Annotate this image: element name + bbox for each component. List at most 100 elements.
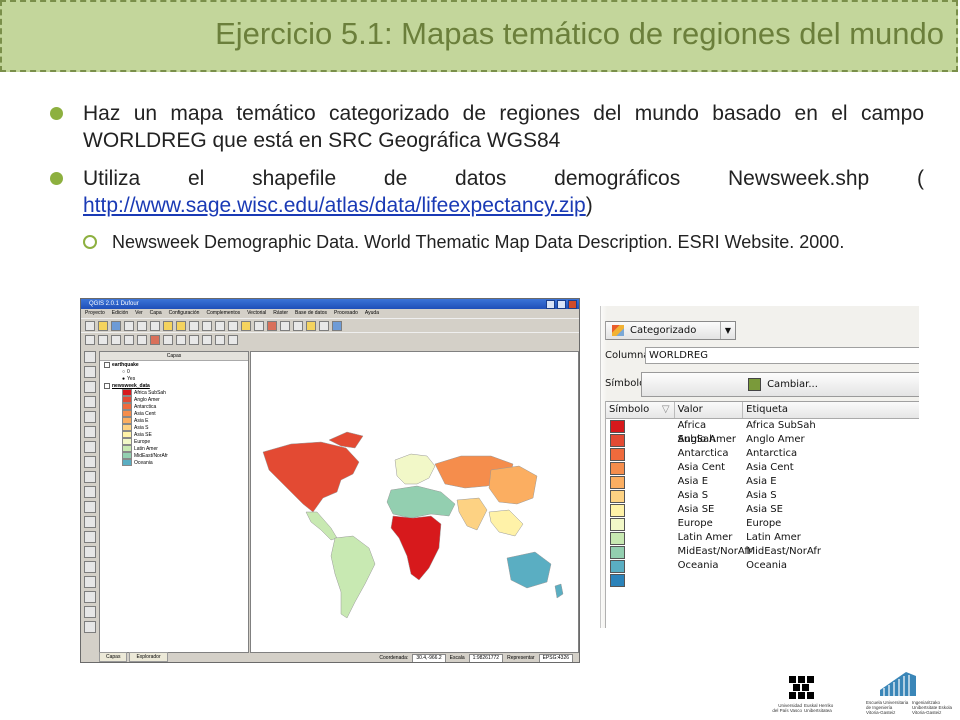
python-icon[interactable] <box>84 621 96 633</box>
add-feature-icon[interactable] <box>111 334 121 345</box>
zoom-layer-icon[interactable] <box>202 320 212 331</box>
color-swatch[interactable] <box>610 531 625 545</box>
paste-icon[interactable] <box>189 334 199 345</box>
save-edits-icon[interactable] <box>98 334 108 345</box>
add-postgis-icon[interactable] <box>84 381 96 393</box>
zoom-full-icon[interactable] <box>189 320 199 331</box>
menu-item[interactable]: Capa <box>150 309 162 318</box>
georef-icon[interactable] <box>84 591 96 603</box>
add-virtual-icon[interactable] <box>84 561 96 573</box>
color-swatch[interactable] <box>610 433 625 447</box>
color-swatch[interactable] <box>610 517 625 531</box>
col-symbol[interactable]: Símbolo ▽ <box>606 402 675 418</box>
new-spatialite-icon[interactable] <box>84 516 96 528</box>
undo-icon[interactable] <box>202 334 212 345</box>
menu-item[interactable]: Base de datos <box>295 309 327 318</box>
add-csv-icon[interactable] <box>84 486 96 498</box>
zoom-out-icon[interactable] <box>176 320 186 331</box>
refresh-icon[interactable] <box>228 320 238 331</box>
dataset-link[interactable]: http://www.sage.wisc.edu/atlas/data/life… <box>83 194 586 217</box>
table-row[interactable]: MidEast/NorAfr MidEast/NorAfr <box>606 545 919 559</box>
table-row[interactable]: Asia SE Asia SE <box>606 503 919 517</box>
layer-row-newsweek[interactable]: newsweek_data <box>100 382 248 389</box>
new-shapefile-icon[interactable] <box>84 501 96 513</box>
edit-pencil-icon[interactable] <box>85 334 95 345</box>
color-swatch[interactable] <box>610 573 625 587</box>
table-row[interactable]: Anglo Amer Anglo Amer <box>606 433 919 447</box>
color-swatch[interactable] <box>610 559 625 573</box>
menu-item[interactable]: Ayuda <box>365 309 379 318</box>
table-row[interactable] <box>606 573 919 587</box>
pan-icon[interactable] <box>150 320 160 331</box>
identify-icon[interactable] <box>241 320 251 331</box>
save-as-icon[interactable] <box>124 320 134 331</box>
map-tips-icon[interactable] <box>319 320 329 331</box>
deselect-icon[interactable] <box>267 320 277 331</box>
col-label[interactable]: Etiqueta <box>743 402 919 418</box>
add-mssql-icon[interactable] <box>84 411 96 423</box>
table-row[interactable]: Oceania Oceania <box>606 559 919 573</box>
open-project-icon[interactable] <box>98 320 108 331</box>
chevron-down-icon[interactable]: ▼ <box>720 322 735 339</box>
cut-icon[interactable] <box>163 334 173 345</box>
add-wcs-icon[interactable] <box>84 456 96 468</box>
label-icon[interactable] <box>228 334 238 345</box>
zoom-in-icon[interactable] <box>163 320 173 331</box>
table-row[interactable]: Asia S Asia S <box>606 489 919 503</box>
renderer-select[interactable]: Categorizado ▼ <box>605 321 736 340</box>
layer-row-earthquake[interactable]: earthquake <box>100 361 248 368</box>
add-gpx-icon[interactable] <box>84 531 96 543</box>
attribute-table-icon[interactable] <box>280 320 290 331</box>
color-swatch[interactable] <box>610 461 625 475</box>
change-symbol-button[interactable]: Cambiar... <box>641 372 919 397</box>
menu-item[interactable]: Procesado <box>334 309 358 318</box>
layer-checkbox[interactable] <box>104 382 110 389</box>
menu-item[interactable]: Ráster <box>273 309 288 318</box>
color-swatch[interactable] <box>610 503 625 517</box>
add-wms-icon[interactable] <box>84 441 96 453</box>
add-delimited-icon[interactable] <box>84 546 96 558</box>
render-label[interactable]: Representar <box>507 655 535 661</box>
color-swatch[interactable] <box>610 447 625 461</box>
menu-item[interactable]: Configuración <box>169 309 200 318</box>
node-tool-icon[interactable] <box>137 334 147 345</box>
table-row[interactable]: Europe Europe <box>606 517 919 531</box>
minimize-icon[interactable] <box>546 300 555 309</box>
select-icon[interactable] <box>254 320 264 331</box>
add-raster-icon[interactable] <box>84 366 96 378</box>
menu-item[interactable]: Proyecto <box>85 309 105 318</box>
menu-item[interactable]: Vectorial <box>247 309 266 318</box>
annotation-icon[interactable] <box>306 320 316 331</box>
help-icon[interactable] <box>332 320 342 331</box>
column-field[interactable]: WORLDREG <box>645 347 919 364</box>
plugin-icon[interactable] <box>84 606 96 618</box>
print-icon[interactable] <box>137 320 147 331</box>
scale-field[interactable]: 1:98261772 <box>468 653 504 662</box>
color-swatch[interactable] <box>610 489 625 503</box>
close-icon[interactable] <box>568 300 577 309</box>
delete-selected-icon[interactable] <box>150 334 160 345</box>
table-row[interactable]: Latin Amer Latin Amer <box>606 531 919 545</box>
menu-item[interactable]: Ver <box>135 309 143 318</box>
zoom-selection-icon[interactable] <box>215 320 225 331</box>
new-project-icon[interactable] <box>85 320 95 331</box>
color-swatch[interactable] <box>610 419 625 433</box>
copy-icon[interactable] <box>176 334 186 345</box>
layer-checkbox[interactable] <box>104 361 110 368</box>
save-icon[interactable] <box>111 320 121 331</box>
col-value[interactable]: Valor <box>675 402 744 418</box>
menu-item[interactable]: Complementos <box>206 309 240 318</box>
add-oracle-icon[interactable] <box>84 426 96 438</box>
move-feature-icon[interactable] <box>124 334 134 345</box>
table-row[interactable]: Asia E Asia E <box>606 475 919 489</box>
add-spatialite-icon[interactable] <box>84 396 96 408</box>
crs-button[interactable]: EPSG:4326 <box>538 653 573 662</box>
color-swatch[interactable] <box>610 545 625 559</box>
table-row[interactable]: Antarctica Antarctica <box>606 447 919 461</box>
menu-item[interactable]: Edición <box>112 309 128 318</box>
digitize-icon[interactable] <box>84 576 96 588</box>
add-vector-icon[interactable] <box>84 351 96 363</box>
maximize-icon[interactable] <box>557 300 566 309</box>
redo-icon[interactable] <box>215 334 225 345</box>
measure-icon[interactable] <box>293 320 303 331</box>
